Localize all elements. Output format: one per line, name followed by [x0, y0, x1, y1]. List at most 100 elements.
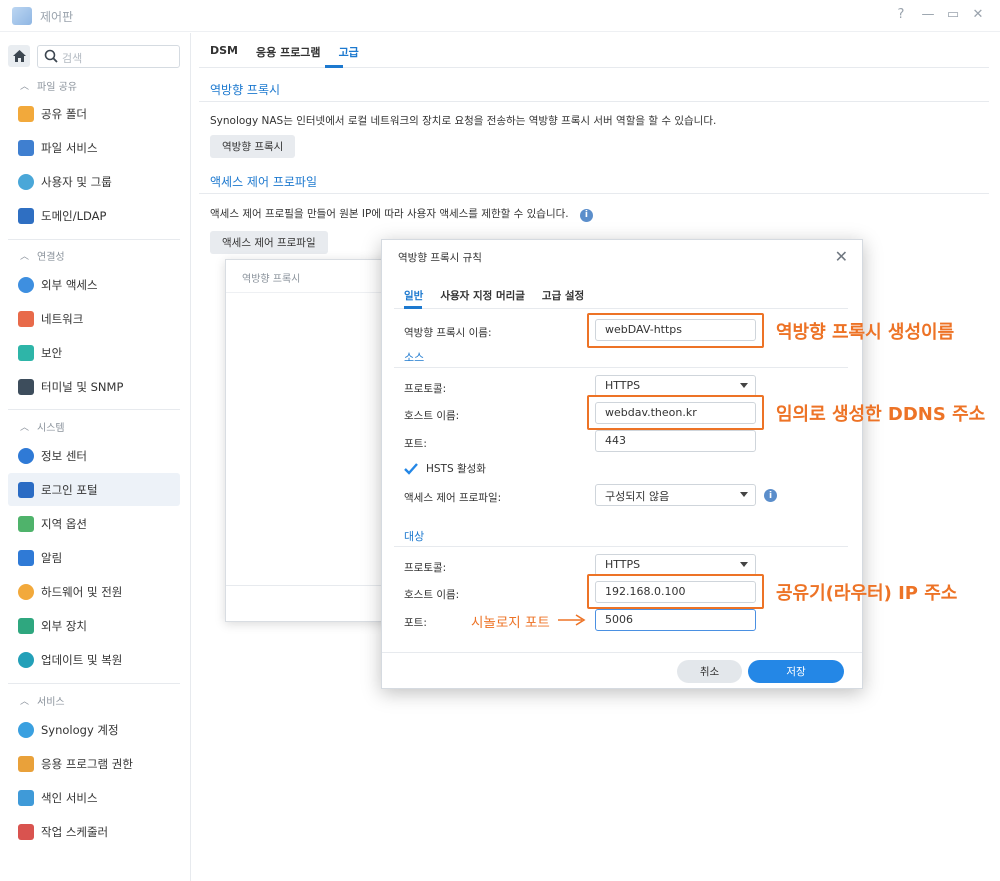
bulb-icon — [18, 583, 34, 600]
sidebar-item-external-devices[interactable]: 외부 장치 — [8, 609, 180, 642]
dest-protocol-label: 프로토콜: — [404, 562, 447, 574]
chevron-up-icon: ︿ — [20, 697, 30, 707]
shield-icon — [18, 344, 34, 361]
section-system[interactable]: ︿ 시스템 — [20, 419, 65, 434]
dialog-tab-general[interactable]: 일반 — [404, 288, 423, 303]
info-icon — [18, 447, 34, 464]
reverse-proxy-rule-dialog: 역방향 프록시 규칙 ✕ 일반 사용자 지정 머리글 고급 설정 역방향 프록시… — [381, 239, 863, 689]
dialog-tab-advanced[interactable]: 고급 설정 — [542, 288, 584, 303]
save-button[interactable]: 저장 — [748, 660, 844, 683]
file-services-icon — [18, 139, 34, 156]
checkmark-icon — [404, 462, 418, 476]
sidebar-item-users-groups[interactable]: 사용자 및 그룹 — [8, 165, 180, 198]
folder-icon — [18, 105, 34, 122]
access-profile-button[interactable]: 액세스 제어 프로파일 — [210, 231, 328, 254]
tab-dsm[interactable]: DSM — [210, 44, 238, 60]
source-heading: 소스 — [404, 351, 425, 364]
sidebar-item-app-privileges[interactable]: 응용 프로그램 권한 — [8, 747, 180, 780]
source-acl-label: 액세스 제어 프로파일: — [404, 492, 502, 504]
reverse-proxy-window-title: 역방향 프록시 — [242, 274, 301, 285]
reverse-proxy-description: Synology NAS는 인터넷에서 로컬 네트워크의 장치로 요청을 전송하… — [210, 115, 717, 127]
search-input[interactable]: 검색 — [37, 45, 180, 68]
info-icon[interactable]: i — [579, 208, 593, 222]
lock-icon — [18, 755, 34, 772]
update-icon — [18, 651, 34, 668]
main-tabs: DSM 응용 프로그램 고급 — [210, 44, 377, 60]
sidebar-item-network[interactable]: 네트워크 — [8, 302, 180, 335]
access-profile-description-row: 액세스 제어 프로필을 만들어 원본 IP에 따라 사용자 액세스를 제한할 수… — [210, 206, 593, 222]
external-access-icon — [18, 276, 34, 293]
sidebar-item-file-services[interactable]: 파일 서비스 — [8, 131, 180, 164]
dest-port-label: 포트: — [404, 617, 427, 629]
source-protocol-select[interactable]: HTTPS — [595, 375, 756, 397]
source-protocol-label: 프로토콜: — [404, 383, 447, 395]
cancel-button[interactable]: 취소 — [677, 660, 742, 683]
arrow-right-icon — [558, 614, 586, 626]
users-icon — [18, 173, 34, 190]
control-panel-icon — [12, 7, 32, 25]
sidebar: 검색 ︿ 파일 공유 공유 폴더 파일 서비스 사용자 및 그룹 도메인/LDAP… — [0, 33, 191, 881]
dest-host-label: 호스트 이름: — [404, 589, 460, 601]
access-profile-heading: 액세스 제어 프로파일 — [210, 175, 317, 189]
reverse-proxy-heading: 역방향 프록시 — [210, 83, 281, 97]
sidebar-item-indexing[interactable]: 색인 서비스 — [8, 781, 180, 814]
highlight-proxy-name — [587, 313, 764, 348]
domain-icon — [18, 207, 34, 224]
login-portal-icon — [18, 481, 34, 498]
sidebar-item-security[interactable]: 보안 — [8, 336, 180, 369]
home-button[interactable] — [8, 45, 30, 67]
highlight-router-ip — [587, 574, 764, 609]
section-file-sharing[interactable]: ︿ 파일 공유 — [20, 78, 77, 93]
sidebar-item-notification[interactable]: 알림 — [8, 541, 180, 574]
highlight-ddns — [587, 395, 764, 430]
dest-protocol-select[interactable]: HTTPS — [595, 554, 756, 576]
sidebar-item-login-portal[interactable]: 로그인 포털 — [8, 473, 180, 506]
sidebar-item-external-access[interactable]: 외부 액세스 — [8, 268, 180, 301]
annotation-router-ip: 공유기(라우터) IP 주소 — [776, 583, 958, 604]
sidebar-item-synology-account[interactable]: Synology 계정 — [8, 713, 180, 746]
source-port-field[interactable]: 443 — [595, 430, 756, 452]
sidebar-item-terminal-snmp[interactable]: 터미널 및 SNMP — [8, 370, 180, 403]
window-title: 제어판 — [40, 10, 74, 24]
tab-advanced[interactable]: 고급 — [339, 44, 359, 60]
section-services[interactable]: ︿ 서비스 — [20, 693, 65, 708]
indexing-icon — [18, 789, 34, 806]
reverse-proxy-button[interactable]: 역방향 프록시 — [210, 135, 296, 158]
annotation-synology-port: 시놀로지 포트 — [471, 615, 550, 631]
section-connectivity[interactable]: ︿ 연결성 — [20, 248, 65, 263]
tab-applications[interactable]: 응용 프로그램 — [256, 44, 321, 60]
source-host-label: 호스트 이름: — [404, 410, 460, 422]
chevron-up-icon: ︿ — [20, 423, 30, 433]
help-icon[interactable]: ? — [893, 7, 909, 22]
source-acl-select[interactable]: 구성되지 않음 — [595, 484, 756, 506]
home-icon — [12, 50, 26, 62]
sidebar-item-shared-folder[interactable]: 공유 폴더 — [8, 97, 180, 130]
proxy-name-label: 역방향 프록시 이름: — [404, 327, 492, 339]
maximize-icon[interactable]: ▭ — [945, 7, 961, 22]
sidebar-item-task-scheduler[interactable]: 작업 스케줄러 — [8, 815, 180, 848]
chevron-up-icon: ︿ — [20, 252, 30, 262]
acl-info-icon[interactable]: i — [764, 489, 777, 502]
annotation-ddns: 임의로 생성한 DDNS 주소 — [776, 404, 986, 425]
close-icon[interactable]: ✕ — [970, 7, 986, 22]
dialog-close-icon[interactable]: ✕ — [835, 247, 848, 266]
account-icon — [18, 721, 34, 738]
sidebar-item-hardware-power[interactable]: 하드웨어 및 전원 — [8, 575, 180, 608]
sidebar-item-update-restore[interactable]: 업데이트 및 복원 — [8, 643, 180, 676]
access-profile-description: 액세스 제어 프로필을 만들어 원본 IP에 따라 사용자 액세스를 제한할 수… — [210, 208, 569, 220]
sidebar-item-domain-ldap[interactable]: 도메인/LDAP — [8, 199, 180, 232]
dest-port-field[interactable]: 5006 — [595, 609, 756, 631]
dialog-tab-custom-header[interactable]: 사용자 지정 머리글 — [440, 288, 525, 303]
calendar-icon — [18, 823, 34, 840]
regional-icon — [18, 515, 34, 532]
sidebar-item-info-center[interactable]: 정보 센터 — [8, 439, 180, 472]
dialog-title: 역방향 프록시 규칙 — [398, 252, 482, 264]
external-device-icon — [18, 617, 34, 634]
dropdown-arrow-icon — [740, 562, 748, 567]
dropdown-arrow-icon — [740, 383, 748, 388]
sidebar-item-regional-options[interactable]: 지역 옵션 — [8, 507, 180, 540]
minimize-icon[interactable]: — — [920, 7, 936, 22]
network-icon — [18, 310, 34, 327]
hsts-checkbox[interactable]: HSTS 활성화 — [404, 461, 486, 476]
window-titlebar: 제어판 ? — ▭ ✕ — [0, 0, 1000, 32]
